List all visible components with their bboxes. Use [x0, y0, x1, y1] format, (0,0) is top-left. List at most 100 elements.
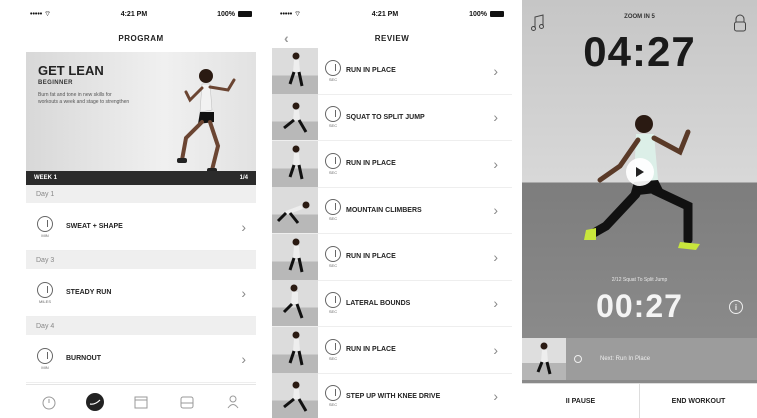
end-workout-button[interactable]: END WORKOUT — [639, 383, 757, 418]
chevron-right-icon: › — [493, 202, 498, 219]
battery-icon — [490, 10, 504, 17]
zoom-label: ZOOM IN 5 — [624, 14, 655, 20]
workout-name: SWEAT + SHAPE — [66, 223, 123, 230]
week-label: WEEK 1 — [34, 175, 58, 181]
day-header: Day 1 — [26, 185, 256, 203]
exercise-name: LATERAL BOUNDS — [346, 299, 411, 307]
duration-icon: SEC — [324, 338, 342, 361]
review-screen: ••••• ⌔ 4:21 PM 100% ‹ REVIEW SEC RUN IN … — [272, 0, 512, 418]
nike-icon[interactable] — [86, 392, 104, 411]
play-video-button[interactable] — [626, 158, 654, 186]
exercise-name: STEP UP WITH KNEE DRIVE — [346, 392, 441, 400]
nav-bar: ‹ REVIEW — [272, 28, 512, 48]
chevron-right-icon: › — [493, 109, 498, 126]
duration-icon: SEC — [324, 385, 342, 407]
chevron-right-icon: › — [241, 284, 246, 301]
next-exercise-label: Next: Run In Place — [600, 356, 651, 362]
exercise-time-remaining: 00:27 — [596, 288, 683, 324]
exercise-row[interactable]: SEC STEP UP WITH KNEE DRIVE › — [272, 373, 512, 418]
next-exercise-strip: Next: Run In Place — [522, 338, 757, 380]
inbox-icon[interactable] — [178, 393, 196, 411]
day-row-burnout[interactable]: MIN BURNOUT › — [26, 335, 256, 383]
program-screen: ••••• ⌔ 4:21 PM 100% PROGRAM GET LEAN BE… — [22, 0, 260, 418]
program-level: BEGINNER — [38, 80, 73, 86]
chevron-right-icon: › — [241, 350, 246, 367]
duration-icon: SEC — [324, 152, 342, 175]
workout-type-icon: MIN — [36, 215, 54, 238]
exercise-thumbnail — [272, 47, 318, 94]
status-time: 4:21 PM — [371, 10, 399, 18]
program-hero-card[interactable]: GET LEAN BEGINNER Burn fat and tone in n… — [26, 52, 256, 185]
profile-icon[interactable] — [224, 393, 242, 411]
duration-icon: SEC — [324, 59, 342, 82]
chevron-right-icon: › — [493, 155, 498, 172]
chevron-right-icon: › — [493, 62, 498, 79]
exercise-row[interactable]: SEC MOUNTAIN CLIMBERS › — [272, 187, 512, 234]
exercise-name: RUN IN PLACE — [346, 160, 396, 168]
carrier-signal: ••••• ⌔ — [30, 10, 51, 18]
exercise-thumbnail — [272, 326, 318, 373]
battery-icon — [238, 10, 252, 17]
total-time-remaining: 04:27 — [583, 28, 696, 75]
info-icon[interactable]: i — [729, 300, 743, 314]
exercise-name: SQUAT TO SPLIT JUMP — [346, 113, 425, 121]
day-row-steady-run[interactable]: MILES STEADY RUN › — [26, 269, 256, 317]
stopwatch-icon[interactable] — [40, 393, 58, 411]
chevron-right-icon: › — [241, 218, 246, 235]
pause-button[interactable]: II PAUSE — [522, 383, 639, 418]
exercise-name: RUN IN PLACE — [346, 67, 396, 75]
tab-bar — [26, 384, 256, 418]
status-time: 4:21 PM — [120, 10, 148, 18]
day-header: Day 4 — [26, 317, 256, 335]
workout-name: BURNOUT — [66, 355, 101, 362]
exercise-thumbnail — [272, 187, 318, 234]
exercise-thumbnail — [272, 373, 318, 418]
nav-bar: PROGRAM — [22, 28, 260, 48]
workout-name: STEADY RUN — [66, 289, 112, 296]
duration-icon: SEC — [324, 106, 342, 128]
next-indicator-icon — [574, 355, 582, 363]
duration-icon: SEC — [324, 245, 342, 268]
hero-text: GET LEAN BEGINNER Burn fat and tone in n… — [38, 64, 133, 106]
program-title: GET LEAN — [38, 63, 104, 78]
battery-indicator: 100% — [469, 11, 504, 18]
program-description: Burn fat and tone in new skills for work… — [38, 92, 130, 105]
exercise-row[interactable]: SEC RUN IN PLACE › — [272, 140, 512, 188]
calendar-icon[interactable] — [132, 393, 150, 411]
duration-icon: SEC — [324, 199, 342, 221]
exercise-thumbnail — [272, 140, 318, 187]
exercise-name: MOUNTAIN CLIMBERS — [346, 206, 422, 214]
day-header: Day 3 — [26, 251, 256, 269]
page-title: PROGRAM — [118, 33, 164, 43]
play-icon — [636, 167, 644, 177]
back-chevron-icon[interactable]: ‹ — [284, 30, 289, 46]
exercise-thumbnail — [272, 94, 318, 141]
workout-type-icon: MIN — [36, 347, 54, 370]
status-bar: ••••• ⌔ 4:21 PM 100% — [22, 0, 260, 28]
exercise-row[interactable]: SEC RUN IN PLACE › — [272, 326, 512, 374]
chevron-right-icon: › — [493, 388, 498, 405]
week-count: 1/4 — [239, 175, 248, 181]
workout-type-icon: MILES — [36, 281, 54, 304]
exercise-row[interactable]: SEC RUN IN PLACE › — [272, 233, 512, 281]
week-bar: WEEK 1 1/4 — [26, 171, 256, 185]
workout-controls: II PAUSE END WORKOUT — [522, 383, 757, 418]
chevron-right-icon: › — [493, 341, 498, 358]
next-exercise-thumbnail — [522, 338, 566, 380]
duration-icon: SEC — [324, 292, 342, 314]
current-exercise-label: 2/12 Squat To Split Jump — [611, 277, 668, 283]
chevron-right-icon: › — [493, 295, 498, 312]
exercise-name: RUN IN PLACE — [346, 346, 396, 354]
workout-screen: ZOOM IN 5 04:27 2/12 Squat To Split Jump… — [522, 0, 757, 418]
exercise-row[interactable]: SEC RUN IN PLACE › — [272, 47, 512, 95]
status-bar: ••••• ⌔ 4:21 PM 100% — [272, 0, 512, 28]
exercise-name: RUN IN PLACE — [346, 253, 396, 261]
day-row-sweat-shape[interactable]: MIN SWEAT + SHAPE › — [26, 203, 256, 251]
exercise-row[interactable]: SEC SQUAT TO SPLIT JUMP › — [272, 94, 512, 141]
athlete-lunge-image — [584, 115, 700, 250]
exercise-row[interactable]: SEC LATERAL BOUNDS › — [272, 280, 512, 327]
battery-indicator: 100% — [217, 11, 252, 18]
carrier-signal: ••••• ⌔ — [280, 10, 301, 18]
athlete-figure-image — [177, 69, 236, 173]
exercise-list: SEC RUN IN PLACE › SEC SQUAT TO SPLIT JUMP › S… — [272, 47, 512, 418]
